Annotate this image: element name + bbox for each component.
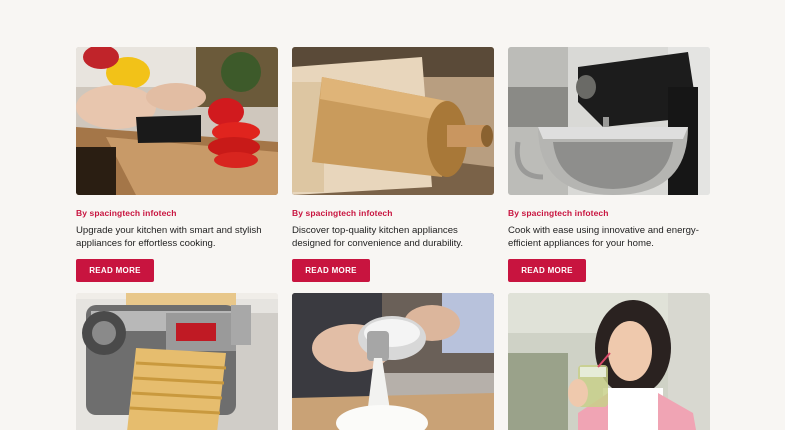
- post-description: Discover top-quality kitchen appliances …: [292, 225, 464, 249]
- post-description: Cook with ease using innovative and ener…: [508, 225, 699, 249]
- post-description: Upgrade your kitchen with smart and styl…: [76, 225, 262, 249]
- blog-card: By spacingtech infotech Discover top-qua…: [292, 47, 494, 282]
- blog-card: By spacingtech infotech Cook with ease u…: [508, 47, 710, 282]
- blog-card: [292, 293, 494, 430]
- post-image-stand-mixer[interactable]: [508, 47, 710, 195]
- post-byline[interactable]: By spacingtech infotech: [508, 208, 710, 218]
- post-image-flour[interactable]: [292, 293, 494, 430]
- post-image-smoothie[interactable]: [508, 293, 710, 430]
- read-more-button[interactable]: READ MORE: [292, 259, 370, 282]
- blog-card: By spacingtech infotech Upgrade your kit…: [76, 47, 278, 282]
- blog-card: [76, 293, 278, 430]
- read-more-button[interactable]: READ MORE: [508, 259, 586, 282]
- post-image-rolling-pin[interactable]: [292, 47, 494, 195]
- post-image-pasta-maker[interactable]: [76, 293, 278, 430]
- post-image-pepper[interactable]: [76, 47, 278, 195]
- post-byline[interactable]: By spacingtech infotech: [292, 208, 494, 218]
- read-more-button[interactable]: READ MORE: [76, 259, 154, 282]
- blog-card: [508, 293, 710, 430]
- post-byline[interactable]: By spacingtech infotech: [76, 208, 278, 218]
